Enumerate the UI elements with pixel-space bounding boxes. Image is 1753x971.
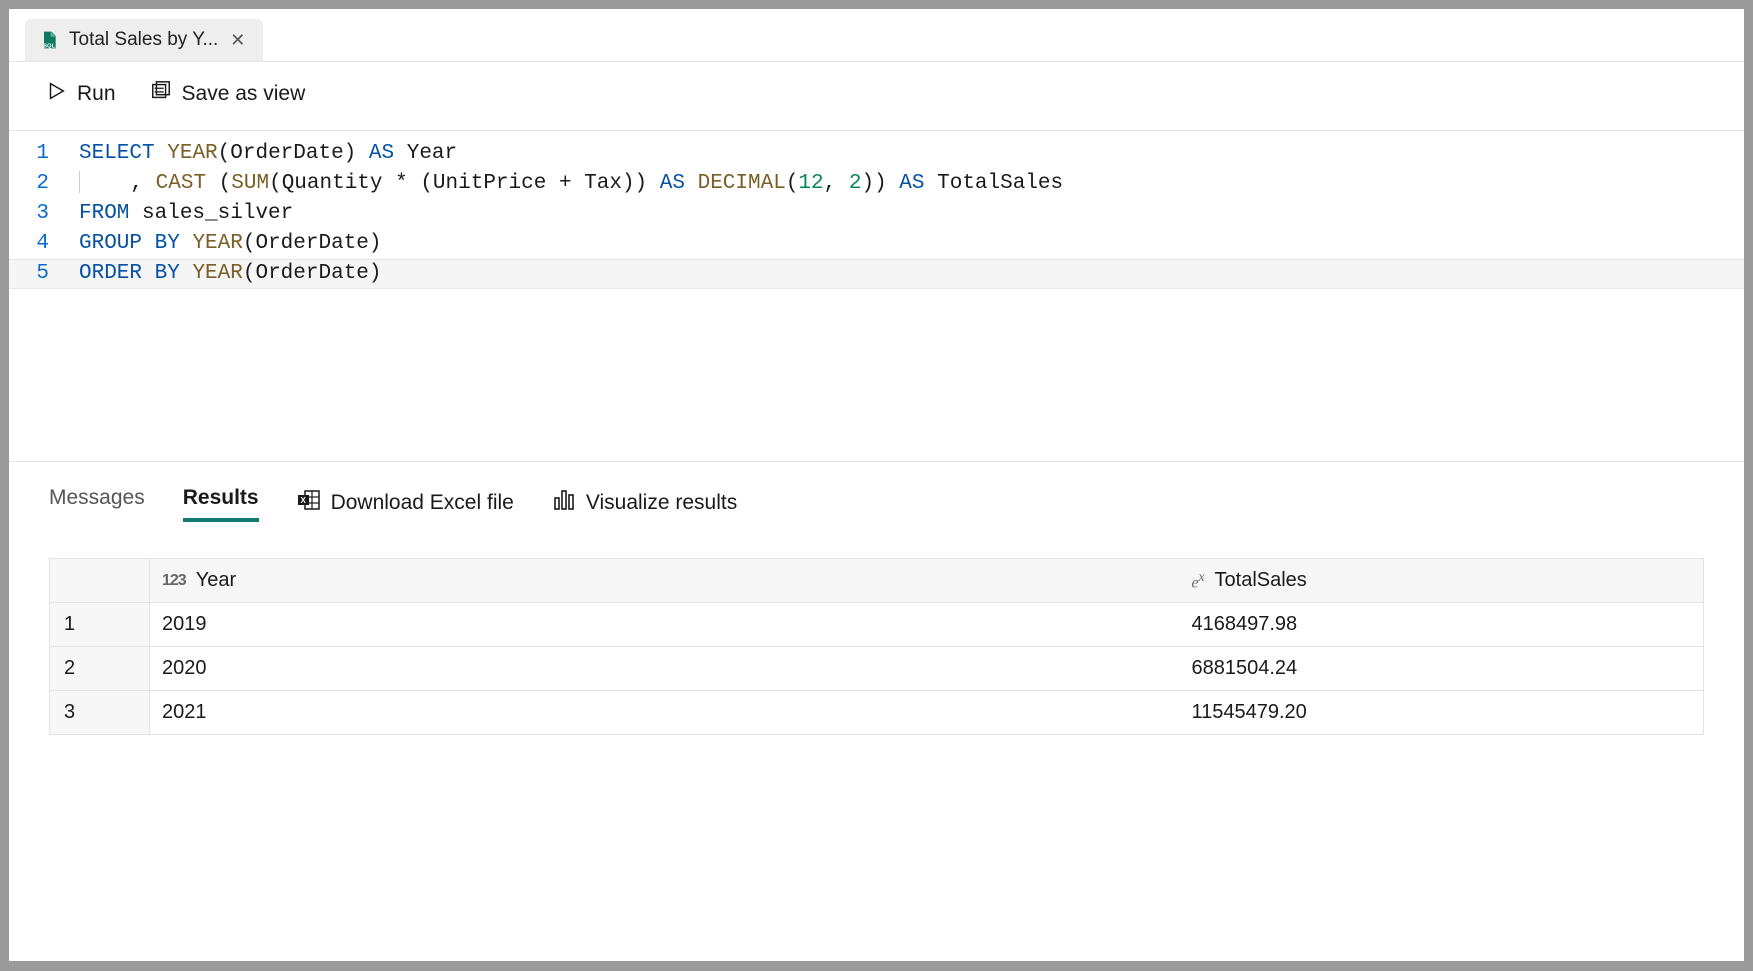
code-content: FROM sales_silver bbox=[79, 199, 293, 229]
sql-file-icon: SQL bbox=[39, 30, 59, 50]
line-number: 5 bbox=[9, 259, 79, 289]
code-content: , CAST (SUM(Quantity * (UnitPrice + Tax)… bbox=[79, 169, 1063, 199]
code-content: ORDER BY YEAR(OrderDate) bbox=[79, 259, 382, 289]
code-content: SELECT YEAR(OrderDate) AS Year bbox=[79, 139, 457, 169]
app-frame: SQL Total Sales by Y... ✕ Run Save as vi… bbox=[8, 8, 1745, 962]
code-line[interactable]: 5ORDER BY YEAR(OrderDate) bbox=[9, 259, 1744, 289]
decimal-type-icon: ex bbox=[1192, 569, 1205, 592]
number-type-icon: 123 bbox=[162, 572, 186, 590]
play-icon bbox=[45, 80, 67, 108]
run-button[interactable]: Run bbox=[43, 76, 118, 112]
code-line[interactable]: 4GROUP BY YEAR(OrderDate) bbox=[9, 229, 1744, 259]
column-header-year[interactable]: 123 Year bbox=[150, 559, 1180, 603]
tab-messages-label: Messages bbox=[49, 486, 145, 509]
grid-header-row: 123 Year ex TotalSales bbox=[50, 559, 1704, 603]
row-number-cell: 1 bbox=[50, 603, 150, 647]
save-view-label: Save as view bbox=[182, 82, 306, 106]
results-tab-bar: Messages Results X Download Excel file V… bbox=[49, 486, 1704, 528]
download-excel-label: Download Excel file bbox=[331, 491, 514, 515]
tab-label: Total Sales by Y... bbox=[69, 29, 218, 51]
line-number: 3 bbox=[9, 199, 79, 229]
cell-totalsales[interactable]: 11545479.20 bbox=[1180, 691, 1704, 735]
close-icon[interactable]: ✕ bbox=[228, 29, 247, 51]
cell-totalsales[interactable]: 6881504.24 bbox=[1180, 647, 1704, 691]
excel-icon: X bbox=[297, 488, 321, 518]
tab-messages[interactable]: Messages bbox=[49, 486, 145, 520]
row-number-header bbox=[50, 559, 150, 603]
save-as-view-button[interactable]: Save as view bbox=[148, 76, 308, 112]
chart-icon bbox=[552, 488, 576, 518]
cell-year[interactable]: 2021 bbox=[150, 691, 1180, 735]
results-grid: 123 Year ex TotalSales 120194168497.9822… bbox=[49, 558, 1704, 735]
line-number: 2 bbox=[9, 169, 79, 199]
code-line[interactable]: 2 , CAST (SUM(Quantity * (UnitPrice + Ta… bbox=[9, 169, 1744, 199]
code-line[interactable]: 3FROM sales_silver bbox=[9, 199, 1744, 229]
save-view-icon bbox=[150, 80, 172, 108]
code-line[interactable]: 1SELECT YEAR(OrderDate) AS Year bbox=[9, 139, 1744, 169]
code-content: GROUP BY YEAR(OrderDate) bbox=[79, 229, 382, 259]
row-number-cell: 3 bbox=[50, 691, 150, 735]
column-header-year-label: Year bbox=[196, 569, 236, 592]
tab-sql-file[interactable]: SQL Total Sales by Y... ✕ bbox=[25, 19, 263, 61]
results-pane: Messages Results X Download Excel file V… bbox=[9, 461, 1744, 961]
table-row[interactable]: 220206881504.24 bbox=[50, 647, 1704, 691]
tab-results[interactable]: Results bbox=[183, 486, 259, 520]
toolbar: Run Save as view bbox=[9, 61, 1744, 131]
cell-year[interactable]: 2019 bbox=[150, 603, 1180, 647]
table-row[interactable]: 3202111545479.20 bbox=[50, 691, 1704, 735]
column-header-totalsales-label: TotalSales bbox=[1215, 569, 1307, 592]
row-number-cell: 2 bbox=[50, 647, 150, 691]
line-number: 1 bbox=[9, 139, 79, 169]
column-header-totalsales[interactable]: ex TotalSales bbox=[1180, 559, 1704, 603]
sql-editor[interactable]: 1SELECT YEAR(OrderDate) AS Year2 , CAST … bbox=[9, 131, 1744, 461]
run-label: Run bbox=[77, 82, 116, 106]
line-number: 4 bbox=[9, 229, 79, 259]
cell-totalsales[interactable]: 4168497.98 bbox=[1180, 603, 1704, 647]
tab-bar: SQL Total Sales by Y... ✕ bbox=[9, 9, 1744, 61]
visualize-results-label: Visualize results bbox=[586, 491, 737, 515]
table-row[interactable]: 120194168497.98 bbox=[50, 603, 1704, 647]
tab-results-label: Results bbox=[183, 486, 259, 509]
download-excel-button[interactable]: X Download Excel file bbox=[297, 488, 514, 518]
visualize-results-button[interactable]: Visualize results bbox=[552, 488, 737, 518]
svg-text:SQL: SQL bbox=[43, 44, 55, 50]
cell-year[interactable]: 2020 bbox=[150, 647, 1180, 691]
svg-text:X: X bbox=[300, 496, 306, 505]
